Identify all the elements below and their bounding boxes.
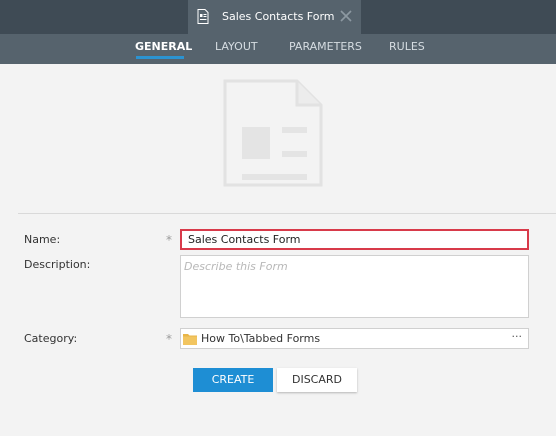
category-label: Category: xyxy=(24,332,78,345)
form-illustration-icon xyxy=(223,79,323,187)
top-bar: Sales Contacts Form xyxy=(0,0,556,34)
tab-layout[interactable]: LAYOUT xyxy=(215,40,258,53)
tab-title: Sales Contacts Form xyxy=(222,10,335,23)
section-divider xyxy=(18,213,556,214)
close-icon[interactable] xyxy=(339,9,353,23)
category-value: How To\Tabbed Forms xyxy=(201,332,321,345)
category-field[interactable]: How To\Tabbed Forms ··· xyxy=(180,328,529,349)
create-button[interactable]: CREATE xyxy=(193,368,273,392)
name-required-mark: * xyxy=(166,233,172,247)
form-document-icon xyxy=(197,9,209,24)
tab-rules[interactable]: RULES xyxy=(389,40,425,53)
name-field[interactable]: Sales Contacts Form xyxy=(180,229,529,250)
tab-parameters[interactable]: PARAMETERS xyxy=(289,40,362,53)
description-label: Description: xyxy=(24,258,91,271)
active-tab-indicator xyxy=(136,56,184,59)
category-required-mark: * xyxy=(166,332,172,346)
discard-button[interactable]: DISCARD xyxy=(277,368,357,392)
description-field[interactable] xyxy=(180,255,529,318)
name-label: Name: xyxy=(24,233,61,246)
category-browse-button[interactable]: ··· xyxy=(512,330,523,343)
sub-navigation: GENERAL LAYOUT PARAMETERS RULES xyxy=(0,34,556,64)
folder-icon xyxy=(183,334,197,345)
document-tab[interactable]: Sales Contacts Form xyxy=(188,0,361,34)
tab-general[interactable]: GENERAL xyxy=(135,40,192,53)
